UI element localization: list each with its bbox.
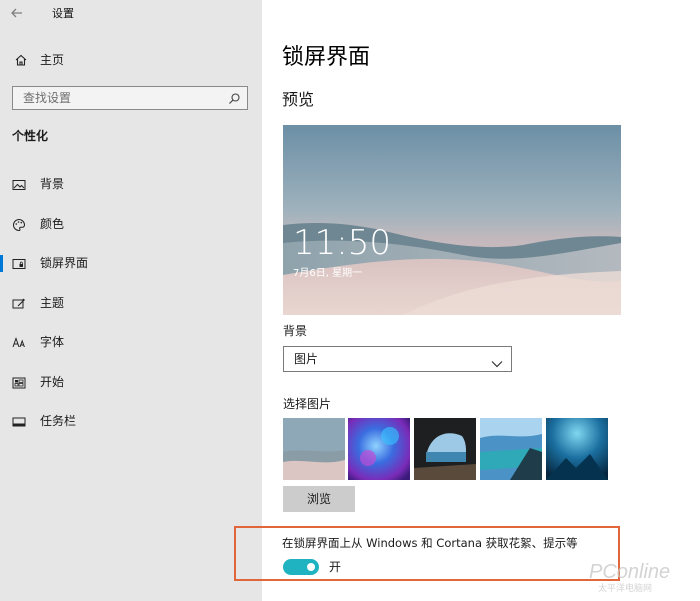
sidebar-item-label: 字体 bbox=[40, 335, 65, 349]
thumbnail-desert-dunes[interactable] bbox=[283, 418, 345, 480]
toggle-state-label: 开 bbox=[329, 560, 342, 574]
sidebar-item-background[interactable]: 背景 bbox=[0, 169, 262, 199]
page-title: 锁屏界面 bbox=[282, 45, 371, 70]
sidebar-item-taskbar[interactable]: 任务栏 bbox=[0, 406, 262, 436]
search-icon[interactable] bbox=[227, 91, 241, 105]
sidebar-item-home[interactable]: 主页 bbox=[0, 46, 262, 74]
choose-picture-label: 选择图片 bbox=[283, 397, 332, 411]
sidebar-item-label: 主页 bbox=[40, 53, 65, 67]
font-icon bbox=[12, 335, 26, 349]
sidebar-item-themes[interactable]: 主题 bbox=[0, 288, 262, 318]
sidebar-item-label: 颜色 bbox=[40, 217, 65, 231]
preview-date: 7月6日, 星期一 bbox=[293, 268, 363, 279]
picture-icon bbox=[12, 177, 26, 191]
thumbnail-beach-aerial[interactable] bbox=[480, 418, 542, 480]
background-select[interactable]: 图片 bbox=[283, 346, 512, 372]
search-placeholder: 查找设置 bbox=[23, 91, 72, 105]
search-input[interactable]: 查找设置 bbox=[12, 86, 248, 110]
sidebar-item-label: 任务栏 bbox=[40, 414, 77, 428]
preview-time: 11:50 bbox=[293, 223, 391, 263]
sidebar-item-label: 开始 bbox=[40, 375, 65, 389]
window-title: 设置 bbox=[52, 7, 74, 20]
palette-icon bbox=[12, 217, 26, 232]
section-title: 个性化 bbox=[12, 129, 49, 143]
browse-button[interactable]: 浏览 bbox=[283, 486, 355, 512]
active-indicator bbox=[0, 255, 3, 272]
chevron-down-icon bbox=[491, 354, 503, 368]
toggle-knob bbox=[307, 563, 315, 571]
theme-icon bbox=[12, 296, 26, 310]
sidebar-item-label: 主题 bbox=[40, 296, 65, 310]
sidebar-item-colors[interactable]: 颜色 bbox=[0, 209, 262, 239]
sidebar-item-lock-screen[interactable]: 锁屏界面 bbox=[0, 248, 262, 278]
sidebar: 设置 主页 查找设置 个性化 背景 颜色 锁屏界面 主题 字体 开始 任务栏 bbox=[0, 0, 262, 601]
watermark: PConline bbox=[589, 561, 671, 583]
watermark-subtitle: 太平洋电脑网 bbox=[598, 584, 653, 594]
background-select-value: 图片 bbox=[294, 352, 319, 366]
taskbar-icon bbox=[12, 414, 26, 428]
lock-screen-icon bbox=[12, 256, 26, 270]
background-label: 背景 bbox=[283, 324, 308, 338]
thumbnail-underwater-light[interactable] bbox=[546, 418, 608, 480]
preview-landscape bbox=[283, 125, 621, 315]
preview-heading: 预览 bbox=[282, 90, 315, 109]
spotlight-tips-toggle[interactable] bbox=[283, 559, 319, 575]
thumbnail-blue-purple-abstract[interactable] bbox=[348, 418, 410, 480]
back-arrow-icon[interactable] bbox=[10, 6, 30, 22]
spotlight-tips-label: 在锁屏界面上从 Windows 和 Cortana 获取花絮、提示等 bbox=[282, 536, 578, 550]
sidebar-item-label: 背景 bbox=[40, 177, 65, 191]
thumbnail-cave-sea-view[interactable] bbox=[414, 418, 476, 480]
start-icon bbox=[12, 375, 26, 389]
sidebar-item-start[interactable]: 开始 bbox=[0, 367, 262, 397]
home-icon bbox=[14, 52, 28, 66]
sidebar-item-fonts[interactable]: 字体 bbox=[0, 327, 262, 357]
lock-screen-preview: 11:50 7月6日, 星期一 bbox=[283, 125, 621, 315]
sidebar-item-label: 锁屏界面 bbox=[40, 256, 89, 270]
